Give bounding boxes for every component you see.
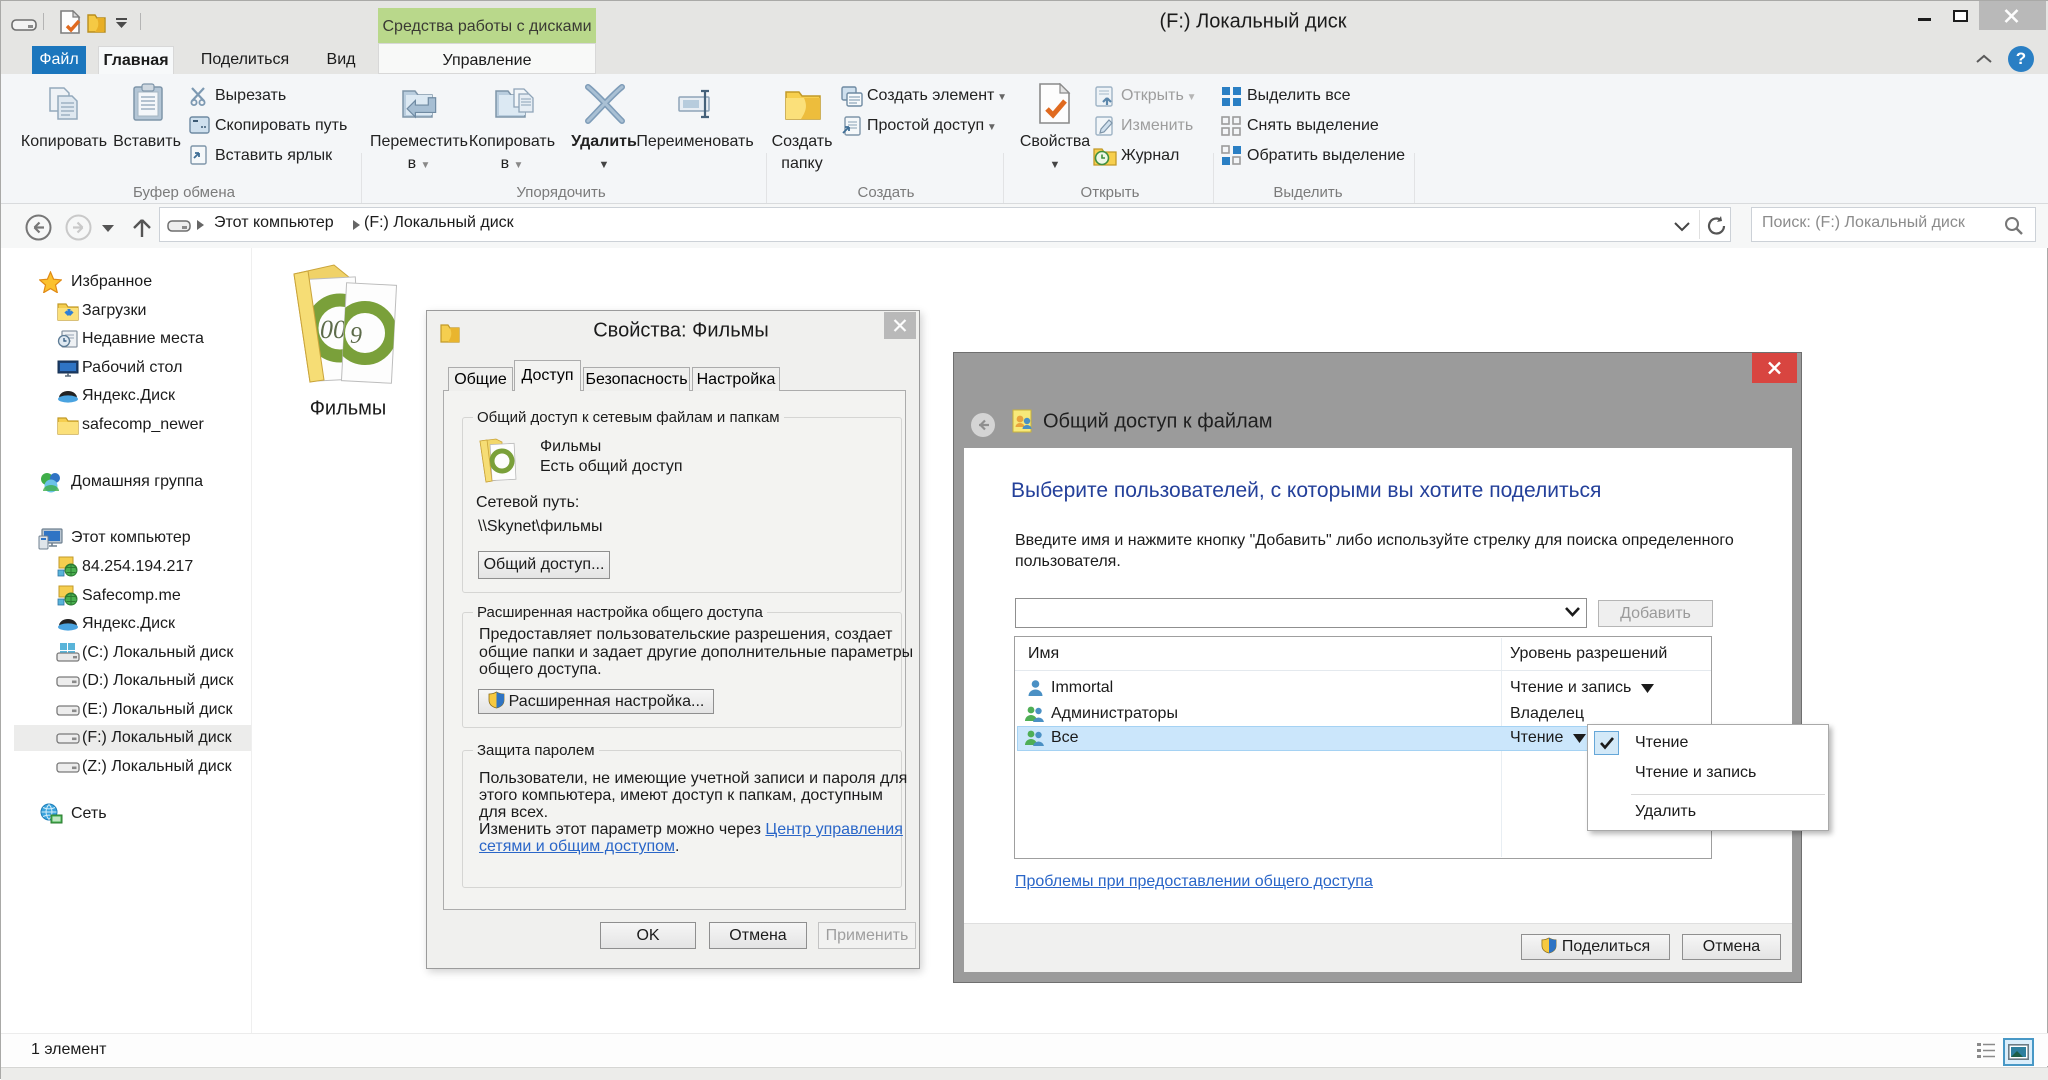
svg-text:9: 9 — [350, 323, 362, 349]
svg-text:00: 00 — [320, 315, 346, 344]
